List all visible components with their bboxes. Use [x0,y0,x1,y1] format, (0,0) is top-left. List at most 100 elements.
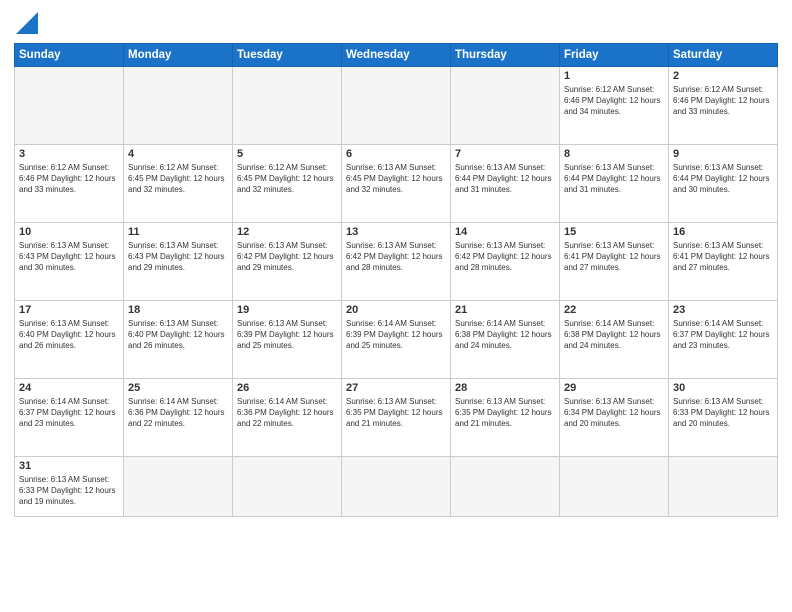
cal-cell: 4 Sunrise: 6:12 AM Sunset: 6:45 PM Daylig… [124,145,233,223]
day-number: 3 [19,148,119,160]
day-number: 15 [564,226,664,238]
cal-cell [15,67,124,145]
week-row-4: 17 Sunrise: 6:13 AM Sunset: 6:40 PM Dayli… [15,301,778,379]
cal-cell [233,457,342,517]
day-number: 23 [673,304,773,316]
day-info: Sunrise: 6:13 AM Sunset: 6:43 PM Dayligh… [128,240,228,274]
day-number: 24 [19,382,119,394]
day-number: 5 [237,148,337,160]
day-info: Sunrise: 6:12 AM Sunset: 6:45 PM Dayligh… [237,162,337,196]
cal-cell: 14Sunrise: 6:13 AM Sunset: 6:42 PM Dayli… [451,223,560,301]
day-info: Sunrise: 6:13 AM Sunset: 6:41 PM Dayligh… [564,240,664,274]
day-info: Sunrise: 6:12 AM Sunset: 6:46 PM Dayligh… [564,84,664,118]
cal-cell [124,457,233,517]
cal-cell [560,457,669,517]
week-row-2: 3 Sunrise: 6:12 AM Sunset: 6:46 PM Daylig… [15,145,778,223]
page: SundayMondayTuesdayWednesdayThursdayFrid… [0,0,792,612]
col-header-thursday: Thursday [451,44,560,67]
day-info: Sunrise: 6:14 AM Sunset: 6:36 PM Dayligh… [128,396,228,430]
day-info: Sunrise: 6:13 AM Sunset: 6:42 PM Dayligh… [346,240,446,274]
cal-cell: 30Sunrise: 6:13 AM Sunset: 6:33 PM Dayli… [669,379,778,457]
day-info: Sunrise: 6:13 AM Sunset: 6:40 PM Dayligh… [19,318,119,352]
cal-cell: 2 Sunrise: 6:12 AM Sunset: 6:46 PM Daylig… [669,67,778,145]
cal-cell: 18 Sunrise: 6:13 AM Sunset: 6:40 PM Dayli… [124,301,233,379]
day-info: Sunrise: 6:13 AM Sunset: 6:33 PM Dayligh… [19,474,119,508]
day-number: 18 [128,304,228,316]
day-number: 30 [673,382,773,394]
cal-cell: 17 Sunrise: 6:13 AM Sunset: 6:40 PM Dayli… [15,301,124,379]
day-number: 27 [346,382,446,394]
cal-cell [451,67,560,145]
day-number: 22 [564,304,664,316]
day-number: 12 [237,226,337,238]
cal-cell: 1 Sunrise: 6:12 AM Sunset: 6:46 PM Daylig… [560,67,669,145]
week-row-3: 10Sunrise: 6:13 AM Sunset: 6:43 PM Dayli… [15,223,778,301]
cal-cell: 26Sunrise: 6:14 AM Sunset: 6:36 PM Dayli… [233,379,342,457]
cal-cell: 24 Sunrise: 6:14 AM Sunset: 6:37 PM Dayli… [15,379,124,457]
cal-cell [124,67,233,145]
day-number: 17 [19,304,119,316]
day-number: 13 [346,226,446,238]
day-info: Sunrise: 6:14 AM Sunset: 6:39 PM Dayligh… [346,318,446,352]
cal-cell: 15 Sunrise: 6:13 AM Sunset: 6:41 PM Dayli… [560,223,669,301]
day-number: 7 [455,148,555,160]
day-info: Sunrise: 6:13 AM Sunset: 6:35 PM Dayligh… [346,396,446,430]
logo-triangle-icon [16,12,38,34]
cal-cell: 12 Sunrise: 6:13 AM Sunset: 6:42 PM Dayli… [233,223,342,301]
day-number: 28 [455,382,555,394]
calendar-table: SundayMondayTuesdayWednesdayThursdayFrid… [14,43,778,517]
day-number: 2 [673,70,773,82]
cal-cell: 7Sunrise: 6:13 AM Sunset: 6:44 PM Daylig… [451,145,560,223]
col-header-monday: Monday [124,44,233,67]
day-number: 25 [128,382,228,394]
cal-cell: 29 Sunrise: 6:13 AM Sunset: 6:34 PM Dayli… [560,379,669,457]
day-info: Sunrise: 6:13 AM Sunset: 6:45 PM Dayligh… [346,162,446,196]
day-info: Sunrise: 6:12 AM Sunset: 6:46 PM Dayligh… [19,162,119,196]
day-number: 4 [128,148,228,160]
week-row-5: 24 Sunrise: 6:14 AM Sunset: 6:37 PM Dayli… [15,379,778,457]
day-number: 21 [455,304,555,316]
cal-cell [669,457,778,517]
logo [14,12,38,35]
day-info: Sunrise: 6:13 AM Sunset: 6:44 PM Dayligh… [564,162,664,196]
cal-cell: 16Sunrise: 6:13 AM Sunset: 6:41 PM Dayli… [669,223,778,301]
cal-cell: 13 Sunrise: 6:13 AM Sunset: 6:42 PM Dayli… [342,223,451,301]
cal-cell: 22 Sunrise: 6:14 AM Sunset: 6:38 PM Dayli… [560,301,669,379]
cal-cell: 21 Sunrise: 6:14 AM Sunset: 6:38 PM Dayli… [451,301,560,379]
header [14,12,778,35]
day-info: Sunrise: 6:13 AM Sunset: 6:35 PM Dayligh… [455,396,555,430]
day-info: Sunrise: 6:14 AM Sunset: 6:38 PM Dayligh… [455,318,555,352]
day-info: Sunrise: 6:13 AM Sunset: 6:42 PM Dayligh… [237,240,337,274]
cal-cell [342,457,451,517]
cal-cell: 28 Sunrise: 6:13 AM Sunset: 6:35 PM Dayli… [451,379,560,457]
day-info: Sunrise: 6:14 AM Sunset: 6:36 PM Dayligh… [237,396,337,430]
col-header-sunday: Sunday [15,44,124,67]
col-header-saturday: Saturday [669,44,778,67]
day-info: Sunrise: 6:13 AM Sunset: 6:34 PM Dayligh… [564,396,664,430]
day-info: Sunrise: 6:13 AM Sunset: 6:43 PM Dayligh… [19,240,119,274]
cal-cell: 8Sunrise: 6:13 AM Sunset: 6:44 PM Daylig… [560,145,669,223]
day-info: Sunrise: 6:13 AM Sunset: 6:40 PM Dayligh… [128,318,228,352]
col-header-tuesday: Tuesday [233,44,342,67]
day-info: Sunrise: 6:13 AM Sunset: 6:44 PM Dayligh… [673,162,773,196]
day-number: 9 [673,148,773,160]
day-number: 19 [237,304,337,316]
cal-cell: 5 Sunrise: 6:12 AM Sunset: 6:45 PM Daylig… [233,145,342,223]
day-number: 29 [564,382,664,394]
day-number: 1 [564,70,664,82]
cal-cell: 9 Sunrise: 6:13 AM Sunset: 6:44 PM Daylig… [669,145,778,223]
day-info: Sunrise: 6:12 AM Sunset: 6:45 PM Dayligh… [128,162,228,196]
cal-cell: 31Sunrise: 6:13 AM Sunset: 6:33 PM Dayli… [15,457,124,517]
cal-cell: 6Sunrise: 6:13 AM Sunset: 6:45 PM Daylig… [342,145,451,223]
cal-cell: 27 Sunrise: 6:13 AM Sunset: 6:35 PM Dayli… [342,379,451,457]
day-info: Sunrise: 6:14 AM Sunset: 6:38 PM Dayligh… [564,318,664,352]
day-number: 14 [455,226,555,238]
day-number: 16 [673,226,773,238]
cal-cell [233,67,342,145]
day-info: Sunrise: 6:14 AM Sunset: 6:37 PM Dayligh… [19,396,119,430]
day-info: Sunrise: 6:12 AM Sunset: 6:46 PM Dayligh… [673,84,773,118]
week-row-6: 31Sunrise: 6:13 AM Sunset: 6:33 PM Dayli… [15,457,778,517]
cal-cell [342,67,451,145]
cal-cell: 3 Sunrise: 6:12 AM Sunset: 6:46 PM Daylig… [15,145,124,223]
day-number: 20 [346,304,446,316]
